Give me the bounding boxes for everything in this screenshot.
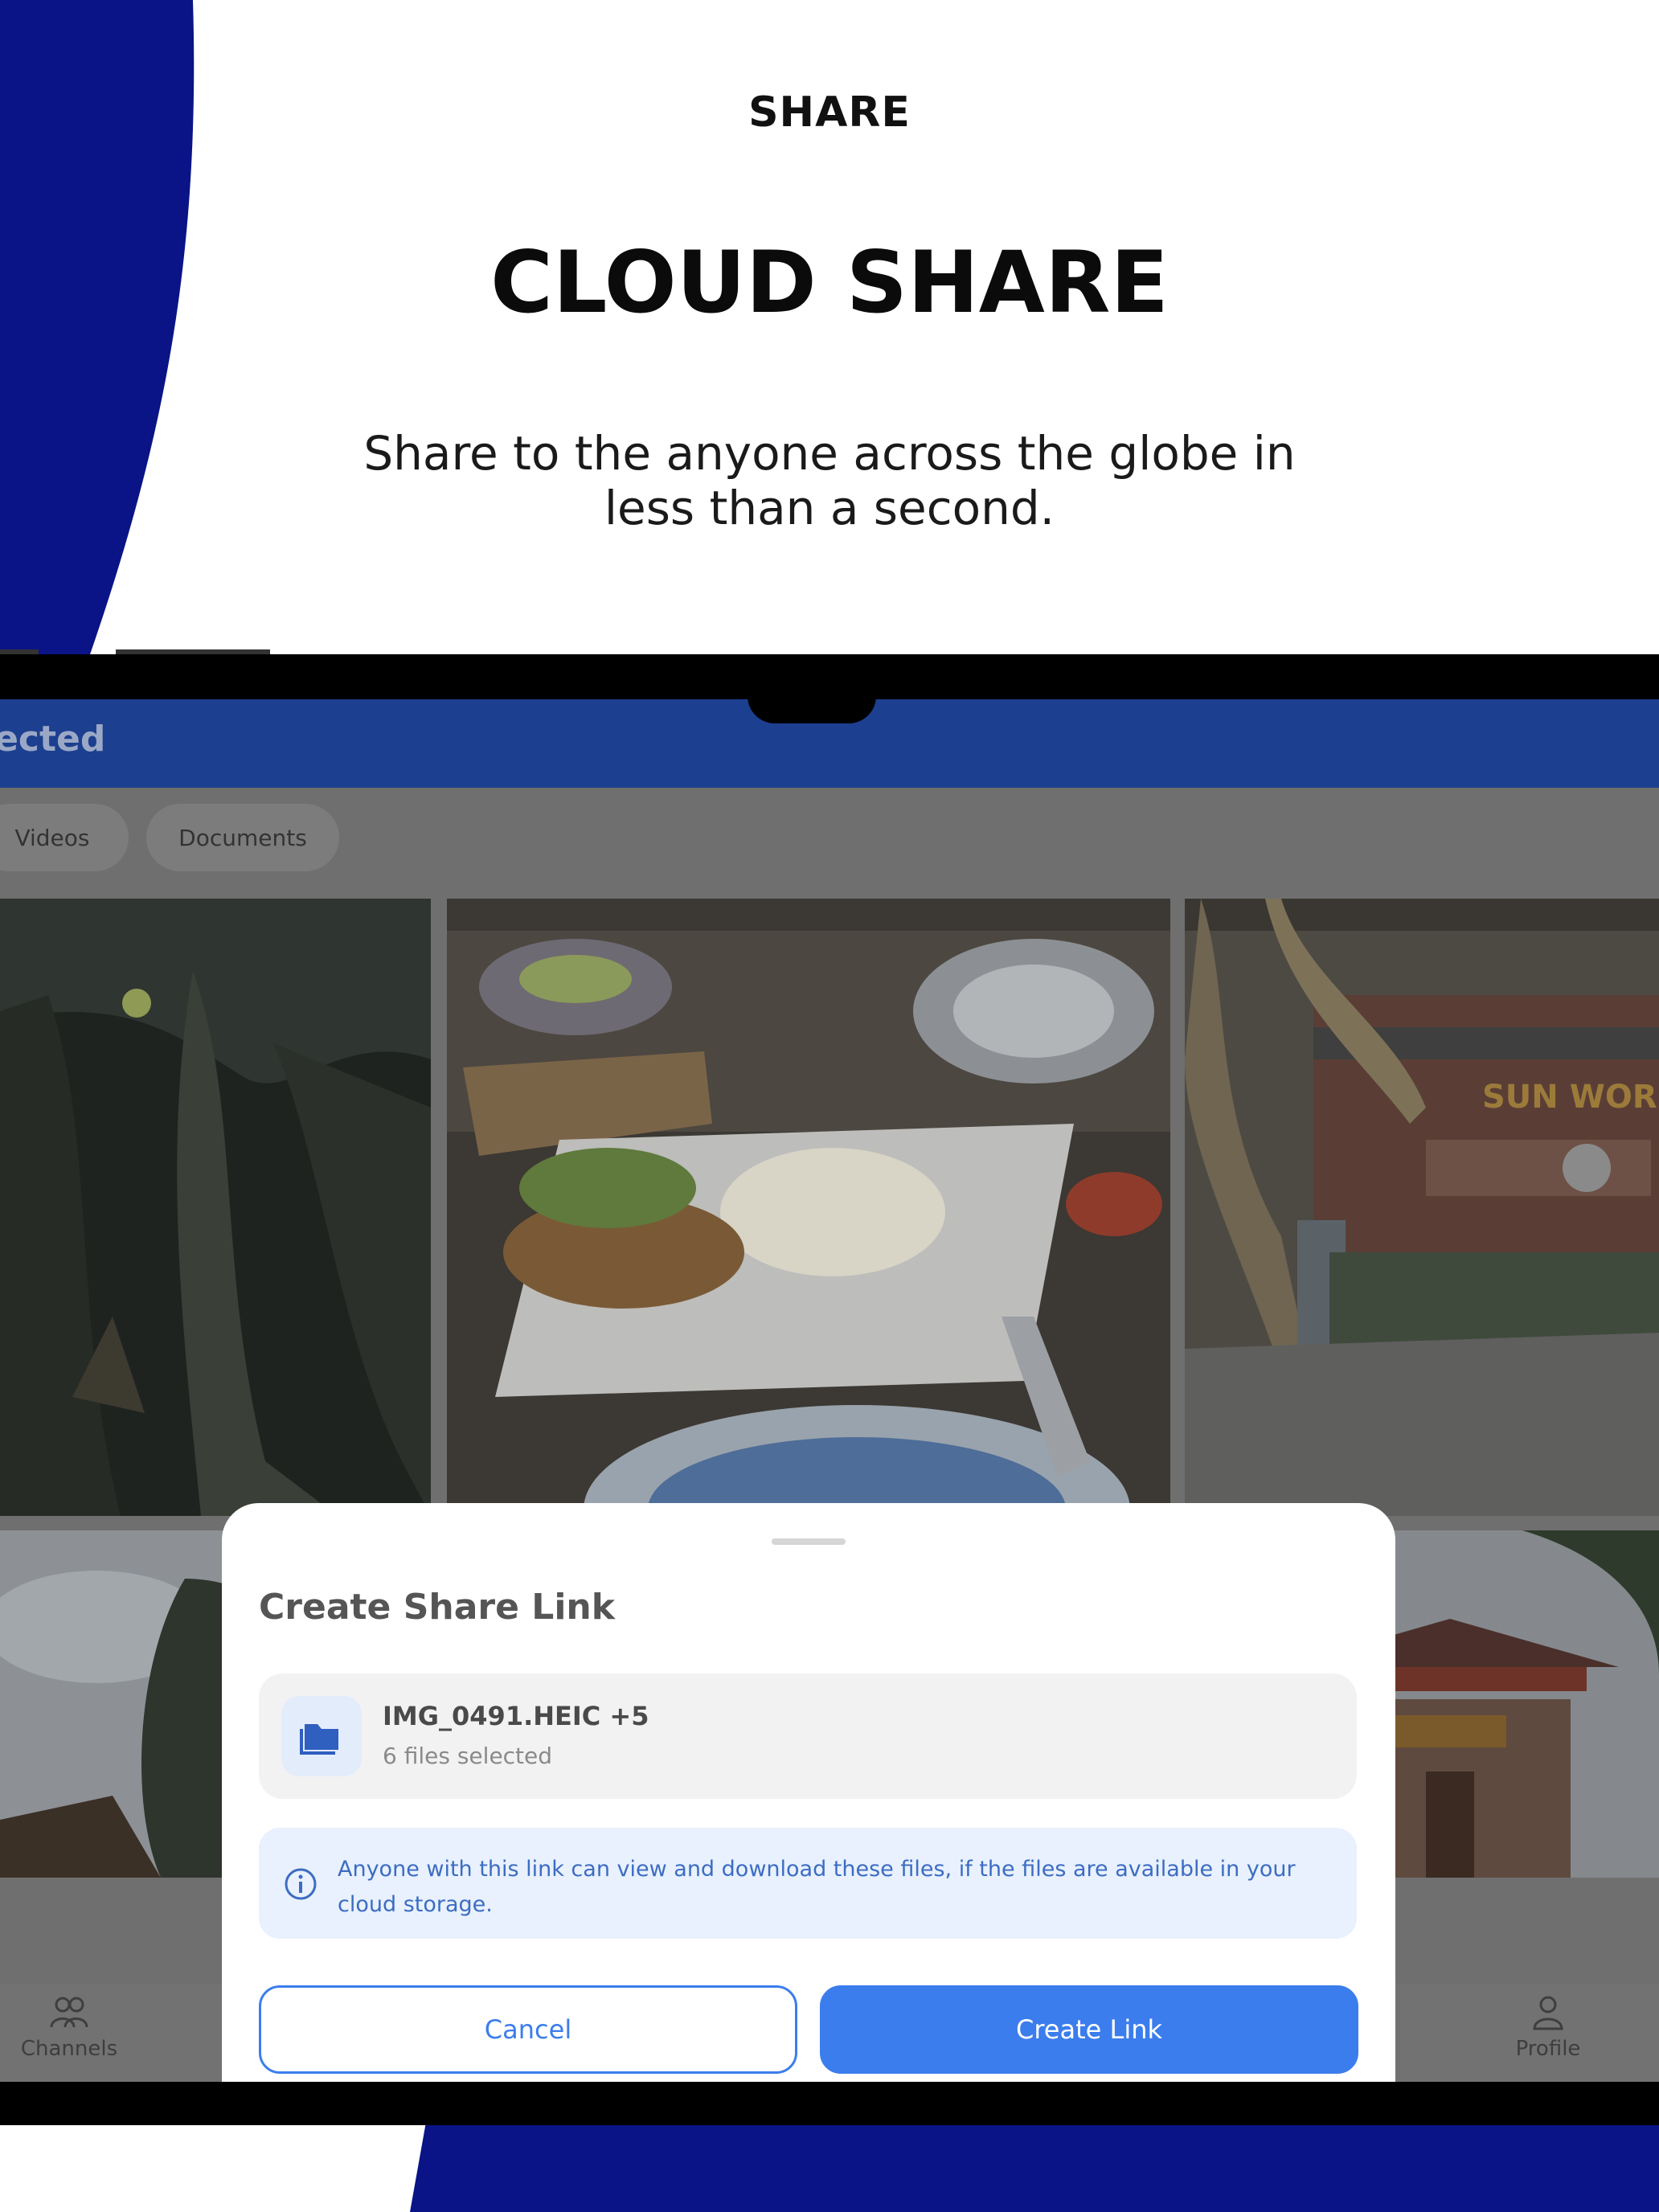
device-bottom-bezel bbox=[0, 2082, 1659, 2125]
file-icon-box bbox=[281, 1696, 362, 1776]
cancel-button[interactable]: Cancel bbox=[259, 1985, 797, 2074]
person-icon bbox=[1533, 1996, 1563, 2030]
file-count: 6 files selected bbox=[383, 1743, 553, 1769]
nav-profile-label: Profile bbox=[1515, 2037, 1581, 2061]
sunworld-sign: SUN WORLD bbox=[1482, 1079, 1659, 1116]
camera-notch bbox=[748, 696, 876, 723]
bottom-navy-band bbox=[410, 2122, 1659, 2212]
folder-icon bbox=[300, 1724, 338, 1755]
subline: Share to the anyone across the globe in … bbox=[363, 426, 1296, 535]
nav-channels[interactable]: Channels bbox=[0, 1995, 141, 2061]
create-share-link-sheet: Create Share Link IMG_0491.HEIC +5 6 fil… bbox=[222, 1503, 1395, 2082]
nav-channels-label: Channels bbox=[20, 2037, 118, 2061]
info-text: Anyone with this link can view and downl… bbox=[338, 1857, 1296, 1917]
chip-videos[interactable]: Videos bbox=[0, 804, 129, 871]
headline: CLOUD SHARE bbox=[490, 233, 1169, 332]
eyebrow-label: SHARE bbox=[748, 88, 911, 137]
nav-profile[interactable]: Profile bbox=[1476, 1995, 1620, 2061]
filter-chips: Videos Documents bbox=[0, 804, 1659, 876]
app-bar-title: lected bbox=[0, 719, 106, 760]
photo-tile-cave[interactable] bbox=[0, 899, 431, 1516]
people-icon bbox=[50, 1997, 88, 2028]
chip-documents[interactable]: Documents bbox=[146, 804, 339, 871]
photo-tile-food[interactable] bbox=[447, 899, 1170, 1516]
file-name: IMG_0491.HEIC +5 bbox=[383, 1701, 649, 1731]
photo-tile-sunworld[interactable]: SUN WORLD bbox=[1185, 899, 1659, 1516]
selected-files-card: IMG_0491.HEIC +5 6 files selected bbox=[259, 1673, 1357, 1799]
sheet-title: Create Share Link bbox=[259, 1587, 615, 1628]
info-banner: Anyone with this link can view and downl… bbox=[259, 1828, 1357, 1939]
info-icon bbox=[285, 1868, 317, 1900]
create-link-button[interactable]: Create Link bbox=[820, 1985, 1358, 2074]
sheet-drag-handle[interactable] bbox=[772, 1538, 846, 1545]
